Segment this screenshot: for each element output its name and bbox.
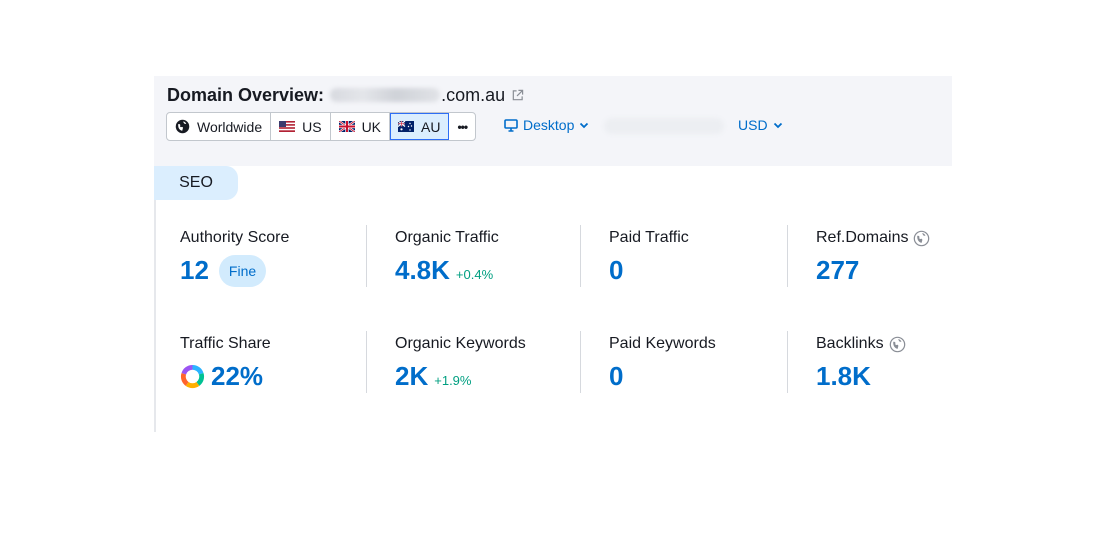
region-uk-button[interactable]: UK xyxy=(331,113,391,140)
domain-suffix: .com.au xyxy=(441,84,506,105)
page-title: Domain Overview: .com.au xyxy=(167,82,524,108)
backlinks-label-row: Backlinks xyxy=(816,333,1006,355)
device-dropdown-label: Desktop xyxy=(523,117,575,133)
backlinks-value[interactable]: 1.8K xyxy=(816,361,871,391)
uk-flag-icon xyxy=(338,121,355,132)
region-worldwide-button[interactable]: Worldwide xyxy=(167,113,272,140)
backlinks-label: Backlinks xyxy=(816,335,884,352)
authority-score-label: Authority Score xyxy=(180,229,290,246)
tab-seo[interactable]: SEO xyxy=(154,166,238,200)
globe-icon xyxy=(175,119,190,134)
organic-keywords-delta: +1.9% xyxy=(434,373,472,388)
monitor-icon xyxy=(504,118,518,132)
external-link-icon[interactable] xyxy=(511,89,524,102)
content-left-border xyxy=(154,200,156,432)
ref-domains-label: Ref.Domains xyxy=(816,229,909,246)
traffic-share-value[interactable]: 22% xyxy=(211,361,263,391)
metric-divider xyxy=(366,331,367,393)
metric-divider xyxy=(580,331,581,393)
organic-traffic-delta: +0.4% xyxy=(455,267,494,282)
organic-traffic-value[interactable]: 4.8K xyxy=(395,255,450,285)
region-selector: Worldwide US UK AU ••• xyxy=(166,112,477,141)
authority-score-metric: Authority Score 12 Fine xyxy=(180,227,370,287)
overview-header: Domain Overview: .com.au Worldwide US UK… xyxy=(154,76,952,166)
globe-icon xyxy=(889,336,905,352)
metric-divider xyxy=(366,225,367,287)
traffic-share-metric: Traffic Share 22% xyxy=(180,333,370,391)
tab-seo-label: SEO xyxy=(179,174,213,191)
traffic-share-label: Traffic Share xyxy=(180,335,271,352)
backlinks-metric: Backlinks 1.8K xyxy=(816,333,1006,391)
ref-domains-value[interactable]: 277 xyxy=(816,255,859,285)
ref-domains-label-row: Ref.Domains xyxy=(816,227,1006,249)
paid-keywords-label: Paid Keywords xyxy=(609,335,716,352)
us-flag-icon xyxy=(279,121,296,132)
metric-divider xyxy=(580,225,581,287)
organic-keywords-value[interactable]: 2K xyxy=(395,361,428,391)
region-au-button[interactable]: AU xyxy=(390,113,450,140)
domain-overview-panel: Domain Overview: .com.au Worldwide US UK… xyxy=(154,76,952,432)
au-flag-icon xyxy=(398,121,415,132)
organic-keywords-metric: Organic Keywords 2K +1.9% xyxy=(395,333,585,391)
paid-traffic-label: Paid Traffic xyxy=(609,229,689,246)
chevron-down-icon xyxy=(773,122,782,128)
authority-score-badge: Fine xyxy=(218,255,267,287)
currency-dropdown[interactable]: USD xyxy=(738,117,783,133)
region-uk-label: UK xyxy=(361,118,382,135)
metric-divider xyxy=(787,331,788,393)
metric-divider xyxy=(787,225,788,287)
chevron-down-icon xyxy=(580,122,589,128)
currency-dropdown-label: USD xyxy=(738,117,768,133)
region-worldwide-label: Worldwide xyxy=(197,118,263,135)
paid-traffic-value[interactable]: 0 xyxy=(609,255,623,285)
organic-traffic-metric: Organic Traffic 4.8K +0.4% xyxy=(395,227,585,285)
region-us-button[interactable]: US xyxy=(271,113,331,140)
paid-keywords-metric: Paid Keywords 0 xyxy=(609,333,799,391)
ref-domains-metric: Ref.Domains 277 xyxy=(816,227,1006,285)
paid-traffic-metric: Paid Traffic 0 xyxy=(609,227,799,285)
traffic-share-donut-icon xyxy=(180,364,205,388)
authority-score-value[interactable]: 12 xyxy=(180,255,209,285)
blurred-domain-name xyxy=(330,88,441,102)
globe-icon xyxy=(914,230,930,246)
region-au-label: AU xyxy=(421,118,441,135)
paid-keywords-value[interactable]: 0 xyxy=(609,361,623,391)
organic-traffic-label: Organic Traffic xyxy=(395,229,499,246)
organic-keywords-label: Organic Keywords xyxy=(395,335,526,352)
device-dropdown[interactable]: Desktop xyxy=(504,117,589,133)
blurred-filter xyxy=(604,118,724,134)
page-title-text: Domain Overview: xyxy=(167,84,325,105)
more-dots-icon: ••• xyxy=(457,119,468,134)
region-us-label: US xyxy=(302,118,322,135)
more-regions-button[interactable]: ••• xyxy=(449,113,475,140)
